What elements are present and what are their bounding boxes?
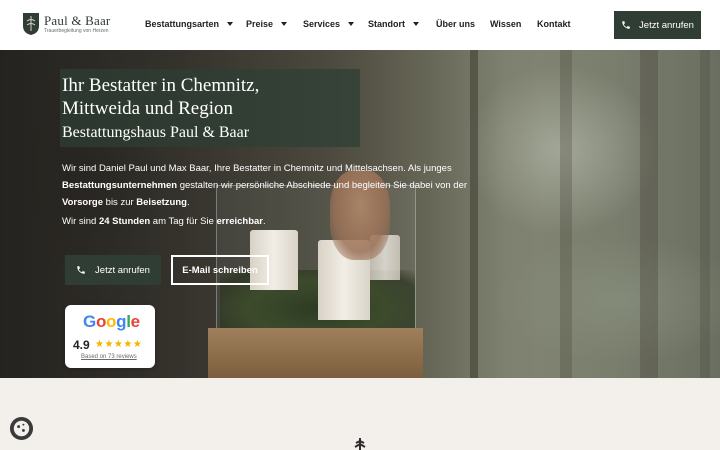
availability-text: Wir sind 24 Stunden am Tag für Sie errei… xyxy=(62,216,266,227)
text-bold: Vorsorge xyxy=(62,197,104,208)
nav-item-bestattungsarten[interactable]: Bestattungsarten xyxy=(145,19,234,29)
header-call-button[interactable]: Jetzt anrufen xyxy=(614,11,701,39)
chevron-down-icon xyxy=(281,22,288,26)
text: bis zur xyxy=(103,197,137,208)
tree-icon xyxy=(354,438,366,450)
nav-item-wissen[interactable]: Wissen xyxy=(490,19,521,29)
wooden-base xyxy=(208,328,423,378)
hero-title-line-1: Ihr Bestatter in Chemnitz, xyxy=(62,75,260,96)
google-review-badge[interactable]: Google 4.9 ★★★★★ Based on 73 reviews xyxy=(65,305,155,368)
google-rating: 4.9 xyxy=(73,338,90,352)
text: . xyxy=(186,197,190,208)
chevron-down-icon xyxy=(227,22,234,26)
header-call-label: Jetzt anrufen xyxy=(639,19,694,31)
nav-item-services[interactable]: Services xyxy=(303,19,355,29)
google-logo: Google xyxy=(83,312,140,331)
chevron-down-icon xyxy=(413,22,419,26)
text: gestalten wir persönliche Abschiede und … xyxy=(177,180,468,191)
text-bold: Beisetzung xyxy=(136,197,187,208)
site-header: Paul & Baar Trauerbegleitung von Herzen … xyxy=(0,0,720,50)
text-bold: Bestattungsunternehmen xyxy=(62,180,178,191)
nav-label: Über uns xyxy=(436,19,476,29)
crest-icon xyxy=(23,13,39,35)
nav-item-preise[interactable]: Preise xyxy=(246,19,288,29)
text-bold: erreichbar xyxy=(216,216,263,227)
hero-paragraph: Wir sind Daniel Paul und Max Baar, Ihre … xyxy=(62,160,482,211)
chevron-down-icon xyxy=(348,22,355,26)
hero-call-label: Jetzt anrufen xyxy=(95,264,150,276)
text: . xyxy=(263,216,266,227)
text: Wir sind Daniel Paul und Max Baar, Ihre … xyxy=(62,163,452,174)
logo-name: Paul & Baar xyxy=(44,13,111,28)
phone-icon xyxy=(77,266,85,274)
text: Wir sind xyxy=(62,216,99,227)
site-logo[interactable]: Paul & Baar Trauerbegleitung von Herzen xyxy=(22,12,110,36)
hero-email-button[interactable]: E-Mail schreiben xyxy=(171,255,269,285)
hero-title: Ihr Bestatter in Chemnitz, Mittweida und… xyxy=(62,74,259,120)
nav-item-kontakt[interactable]: Kontakt xyxy=(537,19,571,29)
text: am Tag für Sie xyxy=(150,216,217,227)
phone-icon xyxy=(622,21,630,29)
hero-subtitle: Bestattungshaus Paul & Baar xyxy=(62,124,250,141)
cookie-settings-icon[interactable] xyxy=(9,416,34,441)
nav-label: Preise xyxy=(246,19,274,29)
nav-label: Wissen xyxy=(490,19,522,29)
logo-tagline: Trauerbegleitung von Herzen xyxy=(44,28,109,34)
hero-title-line-2: Mittweida und Region xyxy=(62,98,233,119)
text-bold: 24 Stunden xyxy=(98,216,151,227)
nav-item-ueber-uns[interactable]: Über uns xyxy=(436,19,475,29)
hero-call-button[interactable]: Jetzt anrufen xyxy=(65,255,161,285)
nav-label: Bestattungsarten xyxy=(145,19,220,29)
nav-label: Services xyxy=(303,19,341,29)
star-rating-icon: ★★★★★ xyxy=(95,339,143,350)
reviews-link[interactable]: Based on 73 reviews xyxy=(81,354,137,360)
nav-item-standort[interactable]: Standort xyxy=(368,19,419,29)
nav-label: Kontakt xyxy=(537,19,571,29)
nav-label: Standort xyxy=(368,19,405,29)
